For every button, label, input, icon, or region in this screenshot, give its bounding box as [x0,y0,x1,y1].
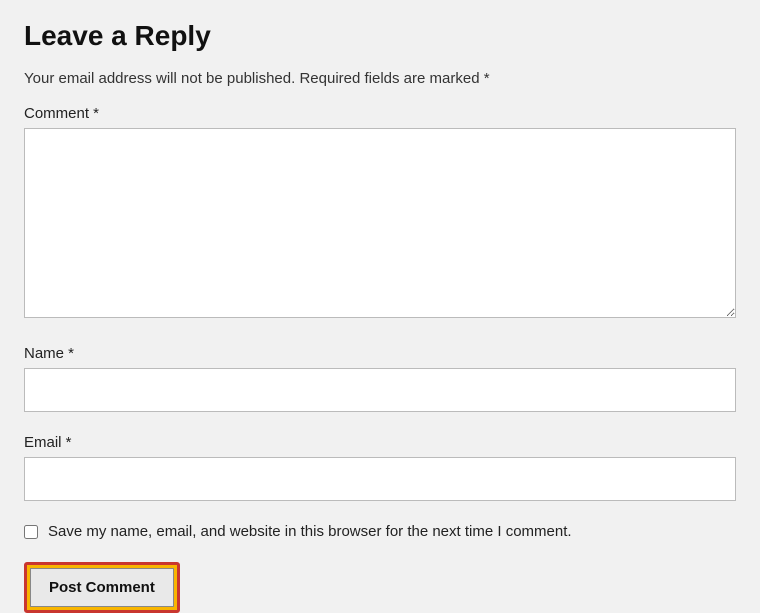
notice-required: Required fields are marked * [299,70,489,87]
name-label: Name * [24,345,736,362]
notice-unpublished: Your email address will not be published… [24,70,295,87]
submit-highlight: Post Comment [24,562,180,613]
email-label: Email * [24,434,736,451]
comment-label: Comment * [24,105,736,122]
save-info-checkbox[interactable] [24,525,38,539]
name-input[interactable] [24,368,736,412]
email-input[interactable] [24,457,736,501]
save-info-label: Save my name, email, and website in this… [48,523,572,540]
post-comment-button[interactable]: Post Comment [30,568,174,607]
save-info-row: Save my name, email, and website in this… [24,523,736,540]
comment-textarea[interactable] [24,128,736,318]
form-heading: Leave a Reply [24,20,736,52]
form-notice: Your email address will not be published… [24,70,736,87]
